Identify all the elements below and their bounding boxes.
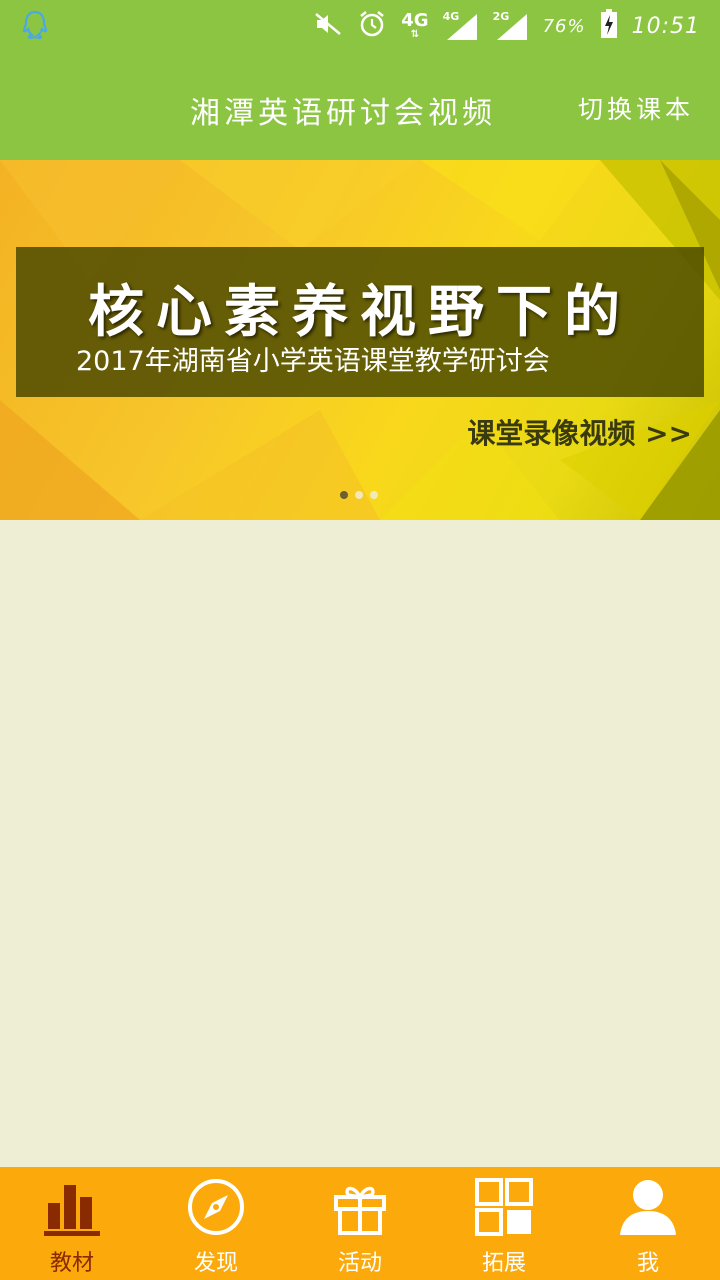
nav-item-me[interactable]: 我 — [576, 1167, 720, 1280]
status-bar: 4G ⇅ 4G 2G 76% 10:51 — [0, 0, 720, 52]
clock: 10:51 — [631, 13, 700, 39]
compass-icon — [188, 1179, 244, 1235]
nav-label: 我 — [636, 1251, 659, 1276]
switch-textbook-button[interactable]: 切换课本 — [578, 90, 694, 126]
alarm-icon — [357, 9, 387, 43]
grid-icon — [475, 1178, 533, 1236]
banner-video-link[interactable]: 课堂录像视频 >> — [467, 412, 692, 452]
nav-item-textbook[interactable]: 教材 — [0, 1167, 144, 1280]
carousel-dot[interactable] — [355, 491, 363, 499]
page-title: 湘潭英语研讨会视频 — [190, 96, 496, 131]
banner-carousel[interactable]: 核心素养视野下的 2017年湖南省小学英语课堂教学研讨会 课堂录像视频 >> — [0, 160, 720, 520]
signal-icon — [496, 14, 527, 40]
banner-text-panel: 核心素养视野下的 2017年湖南省小学英语课堂教学研讨会 — [16, 247, 704, 397]
network-label: 4G — [401, 10, 429, 31]
qq-icon — [18, 8, 52, 42]
network-indicator: 4G ⇅ — [401, 12, 428, 40]
signal-sim1: 4G — [443, 10, 479, 42]
gift-icon — [334, 1186, 386, 1235]
nav-item-discover[interactable]: 发现 — [144, 1167, 288, 1280]
signal-icon — [446, 14, 477, 40]
nav-label: 教材 — [49, 1251, 94, 1276]
bottom-nav: 教材 发现 活动 拓展 我 — [0, 1167, 720, 1280]
banner-subtitle: 2017年湖南省小学英语课堂教学研讨会 — [76, 346, 550, 377]
content-area — [0, 520, 720, 1167]
signal-sim2: 2G — [493, 10, 529, 42]
bar-chart-icon — [44, 1185, 100, 1236]
carousel-dot[interactable] — [340, 491, 348, 499]
nav-item-extend[interactable]: 拓展 — [432, 1167, 576, 1280]
banner-headline: 核心素养视野下的 — [88, 280, 632, 345]
nav-label: 发现 — [193, 1251, 238, 1276]
carousel-indicator — [340, 491, 378, 499]
battery-percent: 76% — [542, 15, 586, 37]
app-header: 湘潭英语研讨会视频 切换课本 — [0, 52, 720, 160]
nav-label: 活动 — [337, 1251, 382, 1276]
mute-icon — [313, 11, 343, 41]
nav-label: 拓展 — [481, 1251, 526, 1276]
battery-charging-icon — [600, 9, 618, 43]
person-icon — [620, 1180, 676, 1235]
data-arrows-icon: ⇅ — [410, 29, 420, 40]
carousel-dot[interactable] — [370, 491, 378, 499]
nav-item-activity[interactable]: 活动 — [288, 1167, 432, 1280]
